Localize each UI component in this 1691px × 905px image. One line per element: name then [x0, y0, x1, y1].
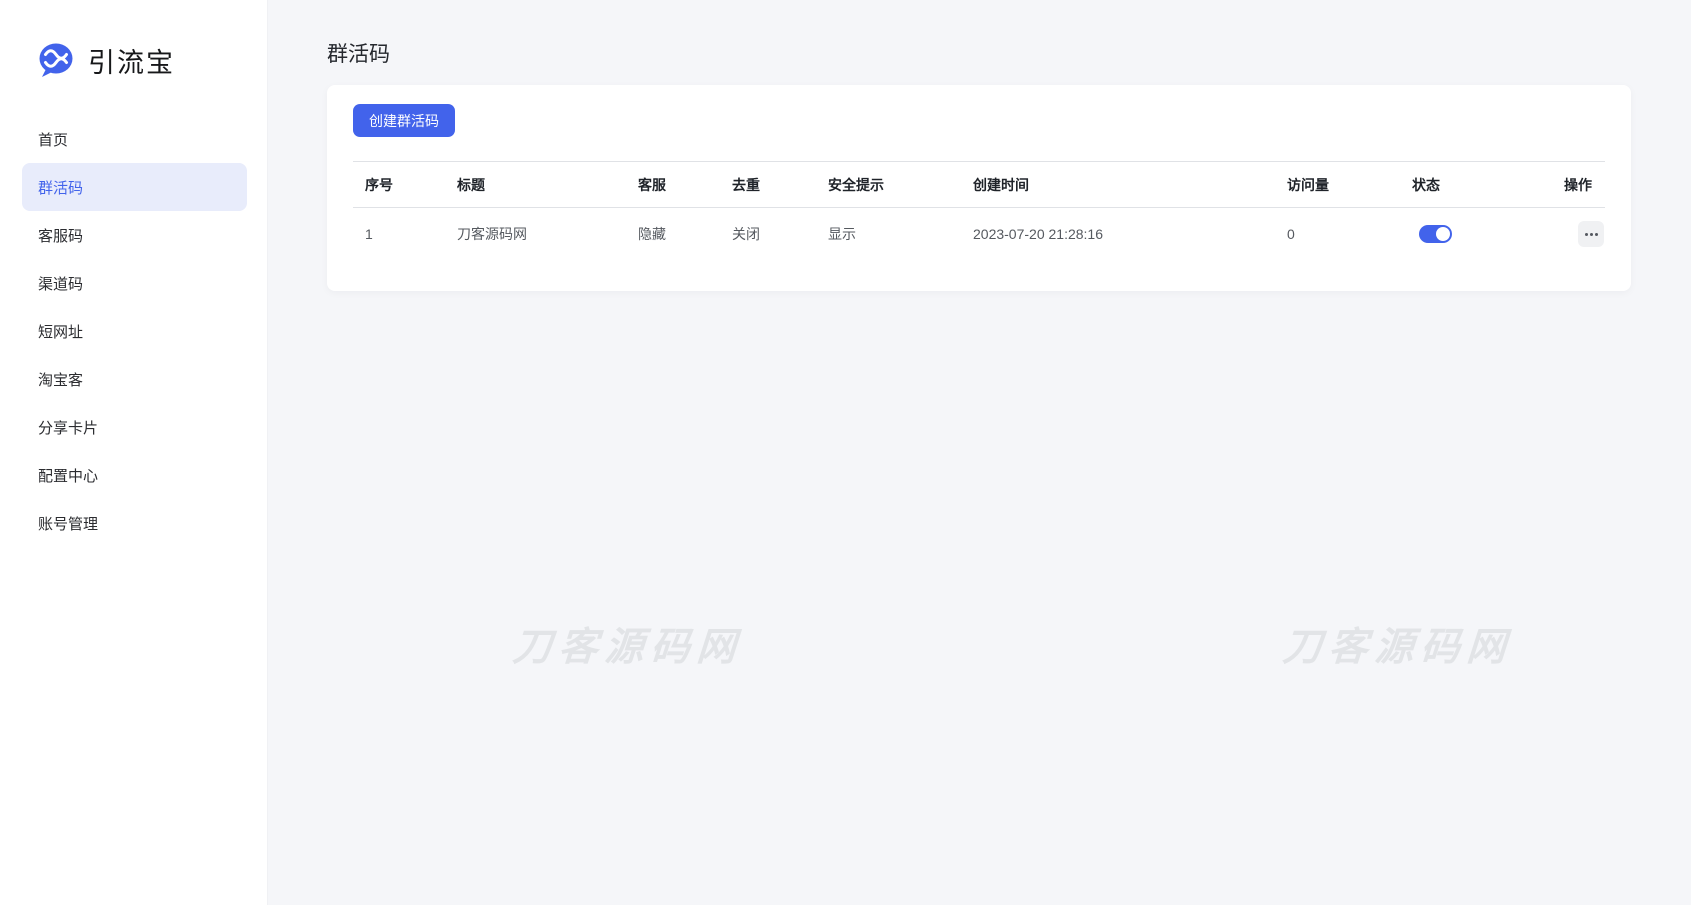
column-header-index: 序号 [353, 161, 445, 208]
status-toggle[interactable] [1419, 225, 1452, 244]
sidebar: 引流宝 首页 群活码 客服码 渠道码 短网址 淘宝客 分享卡片 配置中心 账号管… [0, 0, 268, 905]
column-header-dedupe: 去重 [720, 161, 816, 208]
brand-name: 引流宝 [88, 47, 175, 78]
column-header-service: 客服 [626, 161, 720, 208]
content-card: 创建群活码 序号 标题 客服 去重 安全提示 创建时间 访问量 状态 操作 1 … [327, 85, 1631, 291]
cell-created-at: 2023-07-20 21:28:16 [973, 226, 1103, 243]
sidebar-item-config-center[interactable]: 配置中心 [22, 451, 247, 499]
ellipsis-icon [1584, 232, 1588, 236]
column-header-safety-tip: 安全提示 [816, 161, 961, 208]
sidebar-item-group-live-code[interactable]: 群活码 [22, 163, 247, 211]
sidebar-item-service-code[interactable]: 客服码 [22, 211, 247, 259]
brand: 引流宝 [0, 0, 267, 80]
main-content: 群活码 创建群活码 序号 标题 客服 去重 安全提示 创建时间 访问量 状态 操… [268, 0, 1691, 905]
sidebar-item-channel-code[interactable]: 渠道码 [22, 259, 247, 307]
toggle-knob [1436, 227, 1450, 242]
cell-service: 隐藏 [638, 226, 666, 243]
sidebar-item-short-url[interactable]: 短网址 [22, 307, 247, 355]
sidebar-item-home[interactable]: 首页 [22, 115, 247, 163]
cell-safety-tip: 显示 [828, 226, 856, 243]
app-window: 引流宝 首页 群活码 客服码 渠道码 短网址 淘宝客 分享卡片 配置中心 账号管… [0, 0, 1691, 905]
column-header-created-at: 创建时间 [961, 161, 1275, 208]
sidebar-item-taobaoke[interactable]: 淘宝客 [22, 355, 247, 403]
create-group-live-code-button[interactable]: 创建群活码 [353, 104, 455, 137]
sidebar-item-share-card[interactable]: 分享卡片 [22, 403, 247, 451]
cell-status [1400, 208, 1552, 261]
group-live-code-table: 序号 标题 客服 去重 安全提示 创建时间 访问量 状态 操作 1 刀客源码网 [353, 161, 1605, 261]
table-row: 1 刀客源码网 隐藏 关闭 显示 2023-07-20 21:28:16 0 [353, 208, 1605, 261]
page-title: 群活码 [327, 43, 390, 66]
sidebar-nav: 首页 群活码 客服码 渠道码 短网址 淘宝客 分享卡片 配置中心 账号管理 [0, 115, 267, 547]
row-actions-button[interactable] [1578, 221, 1604, 248]
column-header-status: 状态 [1400, 161, 1552, 208]
cell-actions [1552, 208, 1605, 261]
cell-title: 刀客源码网 [457, 226, 527, 243]
chat-bubble-dna-icon [36, 40, 76, 80]
column-header-title: 标题 [445, 161, 626, 208]
cell-visits: 0 [1287, 226, 1295, 243]
sidebar-item-account-management[interactable]: 账号管理 [22, 499, 247, 547]
table-header-row: 序号 标题 客服 去重 安全提示 创建时间 访问量 状态 操作 [353, 161, 1605, 208]
cell-dedupe: 关闭 [732, 226, 760, 243]
column-header-actions: 操作 [1552, 161, 1605, 208]
cell-index: 1 [365, 226, 373, 243]
column-header-visits: 访问量 [1275, 161, 1400, 208]
